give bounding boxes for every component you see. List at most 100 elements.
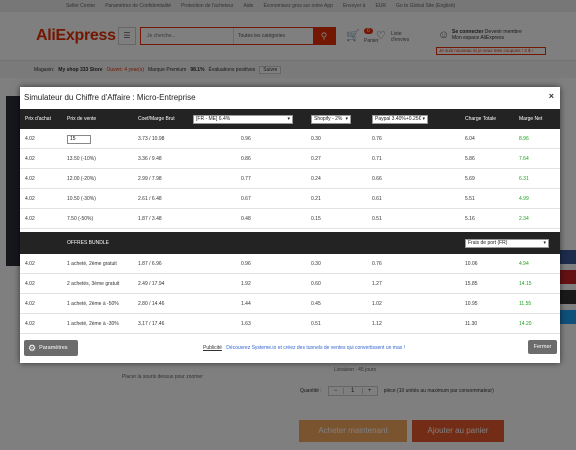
cell-vente: 13.50 (-10%) — [67, 156, 96, 162]
cell-coef: 3.36 / 9.48 — [138, 156, 162, 162]
cell-offre: 2 achetés, 3ème gratuit — [67, 281, 120, 287]
cell-paypal: 0.76 — [372, 136, 382, 142]
settings-label: Paramètres — [39, 345, 68, 351]
cell-vente: 10.50 (-30%) — [67, 196, 96, 202]
bundle-row: 4.02 1 acheté, 2ème gratuit 1.87 / 6.96 … — [20, 255, 560, 274]
cell-tax: 0.67 — [241, 196, 251, 202]
cell-marge: 7.64 — [519, 156, 529, 162]
cell-paypal: 0.51 — [372, 216, 382, 222]
sale-price-input[interactable] — [67, 134, 91, 144]
cell-achat: 4.02 — [25, 196, 35, 202]
cell-marge: 6.31 — [519, 176, 529, 182]
cell-achat: 4.02 — [25, 281, 35, 287]
bundle-header: OFFRES BUNDLE Frais de port (FR) — [20, 232, 560, 254]
tax-select[interactable]: [FR - ME] 6.4% — [193, 114, 293, 124]
cell-charge: 5.86 — [465, 156, 475, 162]
cell-offre: 1 acheté, 2ème à -30% — [67, 321, 119, 327]
cell-achat: 4.02 — [25, 301, 35, 307]
cell-coef: 3.73 / 10.98 — [138, 136, 165, 142]
paypal-select[interactable]: Paypal 3.40%+0.25€ — [372, 114, 428, 124]
cell-marge: 4.99 — [519, 196, 529, 202]
ad-text: Publicité Découvrez Systeme.io et créez … — [203, 345, 405, 351]
cell-charge: 10.06 — [465, 261, 478, 267]
cell-paypal: 0.61 — [372, 196, 382, 202]
shipping-select[interactable]: Frais de port (FR) — [465, 238, 549, 248]
cell-charge: 15.85 — [465, 281, 478, 287]
modal-footer: ⚙ Paramètres Publicité Découvrez Systeme… — [20, 334, 560, 363]
ad-link[interactable]: Découvrez Systeme.io et créez des tunnel… — [226, 345, 405, 351]
cell-achat: 4.02 — [25, 261, 35, 267]
cell-tax: 1.63 — [241, 321, 251, 327]
cell-marge: 11.55 — [519, 301, 532, 307]
settings-button[interactable]: ⚙ Paramètres — [24, 340, 78, 356]
cell-shopify: 0.15 — [311, 216, 321, 222]
cell-paypal: 0.71 — [372, 156, 382, 162]
cell-shopify: 0.51 — [311, 321, 321, 327]
cell-paypal: 1.27 — [372, 281, 382, 287]
cell-charge: 10.95 — [465, 301, 478, 307]
cell-tax: 1.44 — [241, 301, 251, 307]
cell-coef: 1.87 / 6.96 — [138, 261, 162, 267]
col-coef: Coef/Marge Brut — [138, 116, 175, 122]
col-charge: Charge Totale — [465, 116, 497, 122]
cell-coef: 2.99 / 7.98 — [138, 176, 162, 182]
cell-tax: 0.77 — [241, 176, 251, 182]
cell-achat: 4.02 — [25, 321, 35, 327]
cell-coef: 2.49 / 17.94 — [138, 281, 165, 287]
cell-offre: 1 acheté, 2ème gratuit — [67, 261, 117, 267]
cell-shopify: 0.21 — [311, 196, 321, 202]
table-row: 4.02 10.50 (-30%) 2.61 / 6.48 0.67 0.21 … — [20, 190, 560, 209]
cell-charge: 5.69 — [465, 176, 475, 182]
cell-paypal: 1.12 — [372, 321, 382, 327]
cell-offre: 1 acheté, 2ème à -50% — [67, 301, 119, 307]
cell-tax: 0.96 — [241, 261, 251, 267]
cell-charge: 5.16 — [465, 216, 475, 222]
bundle-row: 4.02 2 achetés, 3ème gratuit 2.49 / 17.9… — [20, 275, 560, 294]
cell-achat: 4.02 — [25, 216, 35, 222]
bundle-row: 4.02 1 acheté, 2ème à -50% 2.80 / 14.46 … — [20, 295, 560, 314]
col-marge: Marge Net — [519, 116, 543, 122]
cell-marge: 8.96 — [519, 136, 529, 142]
cell-tax: 0.96 — [241, 136, 251, 142]
cell-coef: 2.80 / 14.46 — [138, 301, 165, 307]
cell-paypal: 0.66 — [372, 176, 382, 182]
close-icon[interactable]: × — [549, 91, 554, 101]
ad-label: Publicité — [203, 345, 222, 351]
cell-vente: 7.50 (-50%) — [67, 216, 94, 222]
cell-shopify: 0.45 — [311, 301, 321, 307]
revenue-simulator-modal: Simulateur du Chiffre d'Affaire : Micro-… — [20, 87, 560, 363]
table-row: 4.02 7.50 (-50%) 1.87 / 3.48 0.48 0.15 0… — [20, 210, 560, 229]
table-row: 4.02 3.73 / 10.98 0.96 0.30 0.76 6.04 8.… — [20, 130, 560, 149]
cell-marge: 4.94 — [519, 261, 529, 267]
cell-shopify: 0.60 — [311, 281, 321, 287]
cell-shopify: 0.24 — [311, 176, 321, 182]
cell-tax: 1.92 — [241, 281, 251, 287]
cell-shopify: 0.30 — [311, 261, 321, 267]
cell-tax: 0.86 — [241, 156, 251, 162]
modal-title: Simulateur du Chiffre d'Affaire : Micro-… — [24, 93, 196, 102]
cell-charge: 6.04 — [465, 136, 475, 142]
cell-paypal: 1.02 — [372, 301, 382, 307]
table-row: 4.02 12.00 (-20%) 2.99 / 7.98 0.77 0.24 … — [20, 170, 560, 189]
table-row: 4.02 13.50 (-10%) 3.36 / 9.48 0.86 0.27 … — [20, 150, 560, 169]
table-header: Prix d'achat Prix de vente Coef/Marge Br… — [20, 109, 560, 129]
bundle-row: 4.02 1 acheté, 2ème à -30% 3.17 / 17.46 … — [20, 315, 560, 334]
cell-coef: 1.87 / 3.48 — [138, 216, 162, 222]
cell-paypal: 0.76 — [372, 261, 382, 267]
shopify-select[interactable]: Shopify - 2% — [311, 114, 351, 124]
cell-shopify: 0.27 — [311, 156, 321, 162]
cell-achat: 4.02 — [25, 176, 35, 182]
close-button[interactable]: Fermer — [528, 340, 557, 354]
cell-vente: 12.00 (-20%) — [67, 176, 96, 182]
cell-tax: 0.48 — [241, 216, 251, 222]
cell-marge: 2.34 — [519, 216, 529, 222]
cell-coef: 2.61 / 6.48 — [138, 196, 162, 202]
cell-shopify: 0.30 — [311, 136, 321, 142]
cell-marge: 14.15 — [519, 281, 532, 287]
cell-achat: 4.02 — [25, 136, 35, 142]
cell-coef: 3.17 / 17.46 — [138, 321, 165, 327]
cell-charge: 11.30 — [465, 321, 478, 327]
gear-icon: ⚙ — [28, 342, 37, 353]
cell-achat: 4.02 — [25, 156, 35, 162]
cell-marge: 14.20 — [519, 321, 532, 327]
